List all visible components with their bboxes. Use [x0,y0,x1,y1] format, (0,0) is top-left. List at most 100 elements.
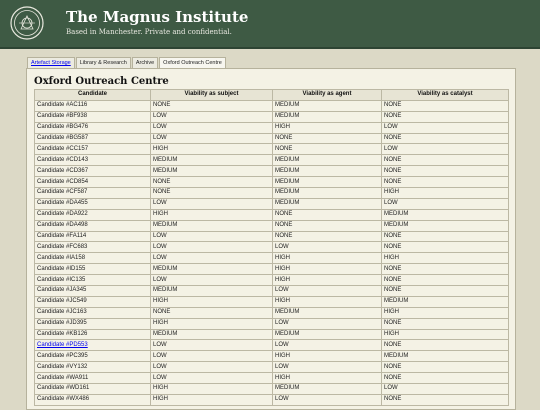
viability-catalyst-cell: NONE [381,154,509,167]
site-tagline: Based in Manchester. Private and confide… [66,28,232,36]
candidate-cell: Candidate #DA455 [34,197,151,210]
candidate-cell: Candidate #BG587 [34,132,151,145]
candidate-cell: Candidate #CD854 [34,176,151,189]
candidate-cell: Candidate #IC135 [34,274,151,287]
candidate-cell: Candidate #JA345 [34,285,151,297]
viability-subject-cell: LOW [150,132,273,145]
candidate-cell: Candidate #JC163 [34,306,151,319]
tab-library-research[interactable]: Library & Research [75,57,131,68]
viability-catalyst-cell: NONE [381,263,509,276]
viability-subject-cell: LOW [150,230,273,243]
column-header-viability-subject: Viability as subject [150,89,273,101]
candidate-cell: Candidate #WX486 [34,393,151,406]
viability-agent-cell: MEDIUM [272,165,382,178]
viability-catalyst-cell: NONE [381,361,509,374]
table-row: Candidate #CD367 MEDIUM MEDIUM NONE [34,165,509,178]
viability-catalyst-cell: MEDIUM [381,350,509,363]
viability-subject-cell: HIGH [150,393,273,406]
candidate-cell: Candidate #IA158 [34,252,151,265]
viability-agent-cell: NONE [272,230,382,243]
candidate-cell: Candidate #JC549 [34,295,151,308]
table-row: Candidate #CC157 HIGH NONE LOW [34,143,509,156]
table-row: Candidate #JA345 MEDIUM LOW NONE [34,285,509,297]
viability-subject-cell: LOW [150,372,273,385]
viability-agent-cell: LOW [272,393,382,406]
candidate-cell[interactable]: Candidate #PD553 [34,339,151,352]
viability-agent-cell: NONE [272,143,382,156]
site-title: The Magnus Institute [66,8,249,26]
page-title: Oxford Outreach Centre [34,76,169,87]
tab-archive[interactable]: Archive [131,57,159,68]
viability-subject-cell: LOW [150,339,273,352]
viability-agent-cell: LOW [272,285,382,297]
viability-agent-cell: MEDIUM [272,110,382,123]
viability-agent-cell: MEDIUM [272,306,382,319]
viability-agent-cell: MEDIUM [272,176,382,189]
viability-catalyst-cell: LOW [381,383,509,395]
viability-agent-cell: MEDIUM [272,154,382,167]
viability-subject-cell: MEDIUM [150,285,273,297]
viability-subject-cell: MEDIUM [150,328,273,341]
viability-subject-cell: LOW [150,361,273,374]
viability-agent-cell: LOW [272,361,382,374]
viability-catalyst-cell: NONE [381,176,509,189]
viability-catalyst-cell: NONE [381,339,509,352]
viability-catalyst-cell: NONE [381,241,509,254]
viability-subject-cell: NONE [150,306,273,319]
table-row: Candidate #WD161 HIGH MEDIUM LOW [34,383,509,395]
candidate-cell: Candidate #PC395 [34,350,151,363]
viability-subject-cell: MEDIUM [150,165,273,178]
candidate-cell: Candidate #WD161 [34,383,151,395]
viability-agent-cell: NONE [272,132,382,145]
viability-subject-cell: NONE [150,187,273,199]
viability-catalyst-cell: HIGH [381,252,509,265]
viability-agent-cell: MEDIUM [272,187,382,199]
viability-agent-cell: MEDIUM [272,197,382,210]
viability-agent-cell: HIGH [272,295,382,308]
table-row: Candidate #VY132 LOW LOW NONE [34,361,509,374]
candidate-cell: Candidate #WA911 [34,372,151,385]
table-row: Candidate #KB126 MEDIUM MEDIUM HIGH [34,328,509,341]
viability-catalyst-cell: MEDIUM [381,295,509,308]
candidate-cell: Candidate #BG476 [34,121,151,134]
viability-subject-cell: HIGH [150,208,273,221]
table-row: Candidate #FC683 LOW LOW NONE [34,241,509,254]
viability-agent-cell: NONE [272,219,382,232]
viability-agent-cell: MEDIUM [272,328,382,341]
table-row: Candidate #DA455 LOW MEDIUM LOW [34,197,509,210]
candidate-cell: Candidate #DA498 [34,219,151,232]
viability-subject-cell: LOW [150,274,273,287]
viability-subject-cell: MEDIUM [150,263,273,276]
tab-oxford-outreach-centre[interactable]: Oxford Outreach Centre [159,57,226,68]
viability-subject-cell: LOW [150,252,273,265]
table-body: Candidate #AC116 NONE MEDIUM NONE Candidate … [34,99,509,406]
viability-catalyst-cell: NONE [381,132,509,145]
viability-catalyst-cell: HIGH [381,328,509,341]
viability-agent-cell: HIGH [272,121,382,134]
table-row: Candidate #JD395 HIGH LOW NONE [34,317,509,330]
viability-agent-cell: MEDIUM [272,383,382,395]
candidate-cell: Candidate #FA114 [34,230,151,243]
viability-agent-cell: HIGH [272,263,382,276]
tab-artefact-storage[interactable]: Artefact Storage [27,57,75,68]
table-row: Candidate #BF938 LOW MEDIUM NONE [34,110,509,123]
viability-catalyst-cell: NONE [381,372,509,385]
candidate-cell: Candidate #JD395 [34,317,151,330]
column-header-viability-catalyst: Viability as catalyst [381,89,509,101]
viability-subject-cell: NONE [150,176,273,189]
table-row: Candidate #CF587 NONE MEDIUM HIGH [34,187,509,199]
viability-subject-cell: LOW [150,197,273,210]
viability-catalyst-cell: LOW [381,121,509,134]
candidate-cell: Candidate #AC116 [34,99,151,112]
candidate-table: Candidate Viability as subject Viability… [34,89,509,406]
candidate-cell: Candidate #DA922 [34,208,151,221]
viability-subject-cell: NONE [150,99,273,112]
content-panel: Oxford Outreach Centre Candidate Viabili… [26,68,516,410]
viability-subject-cell: HIGH [150,317,273,330]
viability-subject-cell: LOW [150,110,273,123]
viability-catalyst-cell: NONE [381,99,509,112]
table-row: Candidate #FA114 LOW NONE NONE [34,230,509,243]
candidate-cell: Candidate #ID155 [34,263,151,276]
table-row: Candidate #WA911 LOW HIGH NONE [34,372,509,385]
viability-agent-cell: HIGH [272,350,382,363]
